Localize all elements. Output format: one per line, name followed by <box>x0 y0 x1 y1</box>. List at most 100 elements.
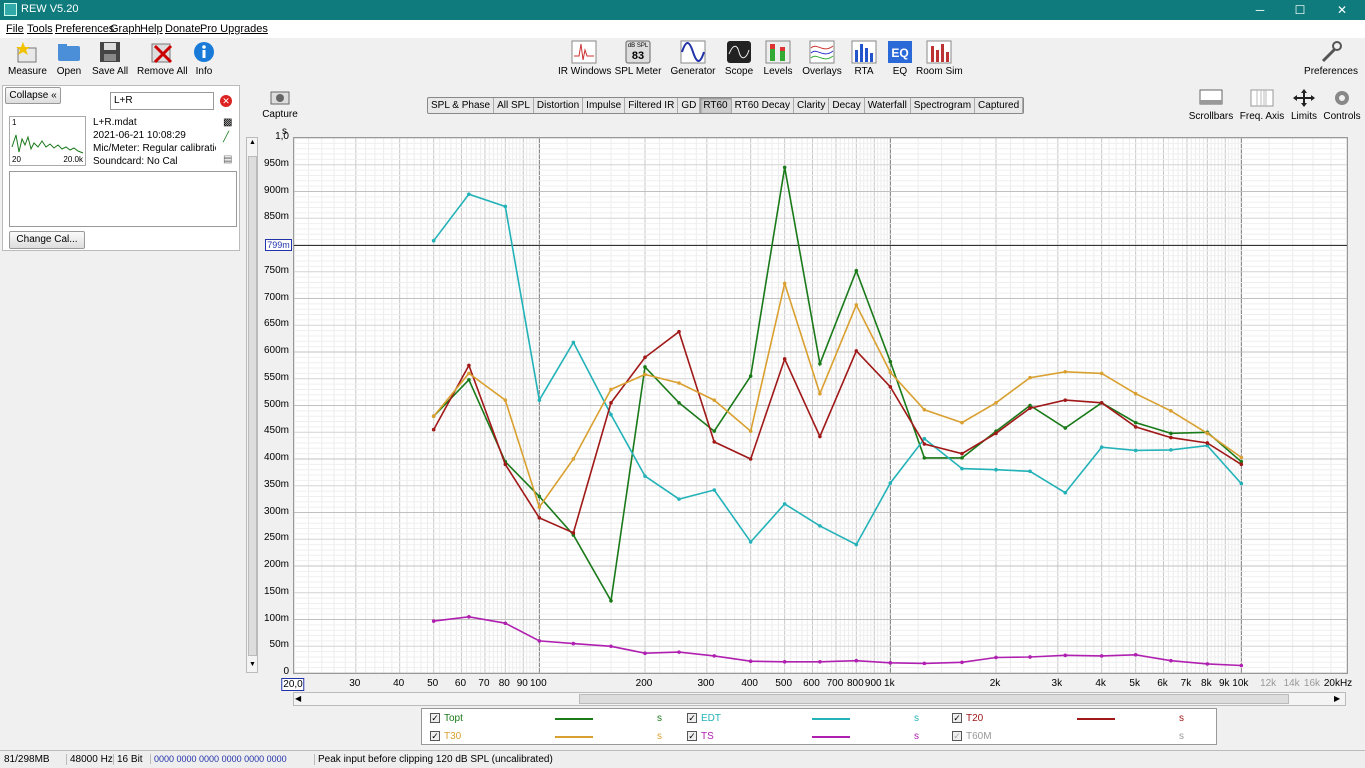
graph-icon[interactable]: ▩ <box>223 117 232 128</box>
info-button[interactable]: Info <box>191 40 217 77</box>
scope-button[interactable]: Scope <box>723 40 755 77</box>
bit-depth: 16 Bit <box>113 754 143 765</box>
floppy-icon <box>100 42 120 62</box>
measurement-date: 2021-06-21 10:08:29 <box>93 130 186 141</box>
horizontal-scrollbar[interactable]: ◀ ▶ <box>293 692 1346 706</box>
measurement-thumbnail[interactable]: 1 20 20.0k <box>9 116 86 166</box>
legend-checkbox-topt[interactable]: ✓ <box>430 713 440 723</box>
rt60-plot[interactable] <box>294 138 1347 673</box>
scroll-left-arrow[interactable]: ◀ <box>295 694 305 703</box>
eq-button[interactable]: EQ EQ <box>886 40 914 77</box>
point-edt <box>571 340 576 345</box>
point-topt <box>712 429 717 433</box>
legend-checkbox-t30[interactable]: ✓ <box>430 731 440 741</box>
menu-graph[interactable]: Graph <box>110 23 141 35</box>
maximize-button[interactable]: ☐ <box>1280 0 1320 20</box>
legend-unit: s <box>657 731 662 742</box>
menu-tools[interactable]: Tools <box>27 23 53 35</box>
controls-button[interactable]: Controls <box>1323 88 1361 122</box>
legend-swatch <box>555 736 593 738</box>
tab-spl-phase[interactable]: SPL & Phase <box>428 98 495 113</box>
rt60-graph[interactable] <box>293 137 1348 674</box>
point-ts <box>854 658 859 663</box>
tab-waterfall[interactable]: Waterfall <box>865 98 911 113</box>
y-tick-label: 300m <box>263 505 289 517</box>
scope-icon <box>727 41 751 63</box>
rta-button[interactable]: RTA <box>850 40 878 77</box>
open-button[interactable]: Open <box>54 40 84 77</box>
scroll-right-arrow[interactable]: ▶ <box>1334 694 1344 703</box>
tab-filtered-ir[interactable]: Filtered IR <box>625 98 679 113</box>
y-tick-label: 850m <box>263 211 289 223</box>
change-cal-button[interactable]: Change Cal... <box>9 231 85 249</box>
point-t20 <box>1099 401 1104 405</box>
menu-donate[interactable]: Donate <box>165 23 200 35</box>
point-t30 <box>1133 391 1138 396</box>
menu-help[interactable]: Help <box>140 23 163 35</box>
notes-icon[interactable]: ▤ <box>223 154 232 165</box>
tab-gd[interactable]: GD <box>678 98 701 113</box>
point-edt <box>712 488 717 492</box>
notes-area[interactable] <box>9 171 237 227</box>
delete-measurement-icon[interactable]: ✕ <box>220 95 232 107</box>
point-topt <box>643 365 647 369</box>
remove-all-button[interactable]: Remove All <box>137 40 188 77</box>
point-t20 <box>571 531 576 535</box>
minimize-button[interactable]: ─ <box>1240 0 1280 20</box>
scrollbars-button[interactable]: Scrollbars <box>1188 88 1234 122</box>
ir-windows-button[interactable]: IR Windows <box>558 40 611 77</box>
point-t20 <box>994 431 998 436</box>
measurement-name-field[interactable]: L+R <box>110 92 214 110</box>
limits-button[interactable]: Limits <box>1290 88 1318 122</box>
tab-captured[interactable]: Captured <box>975 98 1024 113</box>
generator-button[interactable]: Generator <box>670 40 716 77</box>
legend-item-ts: ✓ TS s <box>687 731 937 743</box>
point-t30 <box>1099 371 1104 376</box>
legend-checkbox-edt[interactable]: ✓ <box>687 713 697 723</box>
legend-checkbox-ts[interactable]: ✓ <box>687 731 697 741</box>
menu-preferences[interactable]: Preferences <box>55 23 114 35</box>
spl-meter-button[interactable]: dB SPL 83 SPL Meter <box>614 40 662 77</box>
legend-checkbox-t60m[interactable]: ✓ <box>952 731 962 741</box>
levels-button[interactable]: Levels <box>762 40 794 77</box>
save-all-button[interactable]: Save All <box>92 40 128 77</box>
preferences-button[interactable]: Preferences <box>1304 40 1358 77</box>
tab-spectrogram[interactable]: Spectrogram <box>911 98 976 113</box>
point-t30 <box>431 414 436 419</box>
measure-button[interactable]: Measure <box>8 40 47 77</box>
menu-file[interactable]: File <box>6 23 24 35</box>
point-ts <box>571 641 576 646</box>
point-ts <box>609 644 613 649</box>
tab-distortion[interactable]: Distortion <box>534 98 584 113</box>
trace-legend: ✓ Topt s ✓ EDT s ✓ T20 s ✓ T30 s ✓ TS s ✓ T60M s <box>421 708 1217 745</box>
room-sim-button[interactable]: Room Sim <box>916 40 963 77</box>
capture-button[interactable]: Capture <box>262 88 298 120</box>
status-bar: 81/298MB 48000 Hz 16 Bit 0000 0000 0000 … <box>0 750 1365 768</box>
freq-axis-button[interactable]: Freq. Axis <box>1238 88 1286 122</box>
tab-rt60[interactable]: RT60 <box>700 98 732 113</box>
line-color-icon[interactable]: ╱ <box>223 132 229 143</box>
legend-checkbox-t20[interactable]: ✓ <box>952 713 962 723</box>
tab-clarity[interactable]: Clarity <box>794 98 830 113</box>
x-tick-label: 3k <box>1051 678 1063 689</box>
close-button[interactable]: ✕ <box>1322 0 1362 20</box>
collapse-button[interactable]: Collapse « <box>5 87 61 104</box>
y-tick-label: 200m <box>263 559 289 570</box>
point-topt <box>922 456 927 460</box>
y-tick-label: 1,0 <box>275 131 289 142</box>
point-t30 <box>537 505 542 509</box>
point-ts <box>1133 653 1138 657</box>
tab-all-spl[interactable]: All SPL <box>494 98 534 113</box>
point-t30 <box>571 457 576 461</box>
legend-unit: s <box>1179 713 1184 724</box>
tab-decay[interactable]: Decay <box>829 98 865 113</box>
tab-impulse[interactable]: Impulse <box>583 98 626 113</box>
tab-rt60-decay[interactable]: RT60 Decay <box>732 98 794 113</box>
point-ts <box>712 654 717 658</box>
overlays-button[interactable]: Overlays <box>802 40 842 77</box>
measurement-filename: L+R.mdat <box>93 117 137 128</box>
menu-pro-upgrades[interactable]: Pro Upgrades <box>200 23 268 35</box>
point-edt <box>1133 448 1138 453</box>
horizontal-scroll-thumb[interactable] <box>579 694 1289 704</box>
legend-unit: s <box>914 731 919 742</box>
